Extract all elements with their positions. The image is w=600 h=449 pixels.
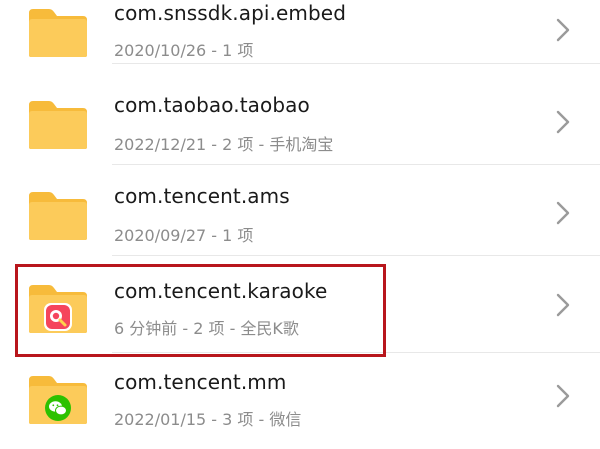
- karaoke-app-icon: [43, 303, 73, 331]
- divider: [112, 255, 600, 256]
- folder-icon: [27, 374, 89, 426]
- file-name: com.tencent.ams: [114, 184, 290, 208]
- folder-icon: [27, 99, 89, 151]
- wechat-app-icon: [43, 394, 73, 422]
- list-item[interactable]: com.tencent.karaoke 6 分钟前 - 2 项 - 全民K歌: [0, 262, 600, 353]
- file-meta: 2020/10/26 - 1 项: [114, 41, 254, 60]
- divider: [112, 63, 600, 64]
- list-item[interactable]: com.taobao.taobao 2022/12/21 - 2 项 - 手机淘…: [0, 74, 600, 165]
- folder-icon: [27, 190, 89, 242]
- file-name: com.snssdk.api.embed: [114, 1, 346, 25]
- chevron-right-icon: [556, 110, 570, 134]
- file-name: com.tencent.mm: [114, 370, 287, 394]
- file-meta: 2022/01/15 - 3 项 - 微信: [114, 410, 302, 429]
- file-list: com.snssdk.api.embed 2020/10/26 - 1 项 co…: [0, 0, 600, 449]
- file-name: com.taobao.taobao: [114, 93, 310, 117]
- file-meta: 6 分钟前 - 2 项 - 全民K歌: [114, 319, 299, 338]
- list-item[interactable]: com.tencent.mm 2022/01/15 - 3 项 - 微信: [0, 353, 600, 444]
- chevron-right-icon: [556, 384, 570, 408]
- folder-icon: [27, 283, 89, 335]
- file-name: com.tencent.karaoke: [114, 279, 328, 303]
- file-meta: 2022/12/21 - 2 项 - 手机淘宝: [114, 135, 334, 154]
- chevron-right-icon: [556, 201, 570, 225]
- list-item[interactable]: com.tencent.ams 2020/09/27 - 1 项: [0, 165, 600, 256]
- list-item[interactable]: com.snssdk.api.embed 2020/10/26 - 1 项: [0, 0, 600, 64]
- folder-icon: [27, 7, 89, 59]
- chevron-right-icon: [556, 293, 570, 317]
- chevron-right-icon: [556, 18, 570, 42]
- file-meta: 2020/09/27 - 1 项: [114, 226, 254, 245]
